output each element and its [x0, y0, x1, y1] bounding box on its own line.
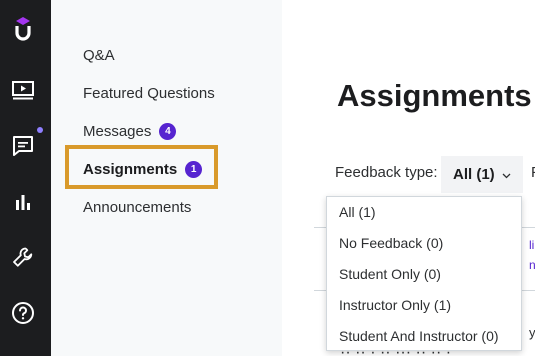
app-window: Q&A Featured Questions Messages 4 Assign…: [0, 0, 535, 356]
nav-item-qa[interactable]: Q&A: [83, 43, 115, 67]
bar-chart-icon[interactable]: [9, 188, 37, 216]
menu-option-student-and-instructor[interactable]: Student And Instructor (0): [339, 325, 499, 347]
left-rail: [0, 0, 51, 356]
help-icon[interactable]: [9, 299, 37, 327]
nav-item-label: Messages: [83, 122, 152, 140]
nav-item-announcements[interactable]: Announcements: [83, 195, 191, 219]
chevron-down-icon: [502, 166, 511, 183]
page-title: Assignments: [337, 78, 532, 113]
feedback-type-dropdown-button[interactable]: All (1): [441, 156, 523, 193]
nav-item-label: Announcements: [83, 198, 192, 216]
chat-icon[interactable]: [9, 132, 37, 160]
nav-item-label: Q&A: [83, 46, 115, 64]
feedback-type-label: Feedback type:: [335, 164, 438, 181]
nav-item-featured-questions[interactable]: Featured Questions: [83, 81, 215, 105]
messages-count-badge: 4: [159, 122, 177, 140]
video-icon[interactable]: [9, 76, 37, 104]
udemy-logo-icon[interactable]: [9, 15, 37, 43]
feedback-type-menu: All (1) No Feedback (0) Student Only (0)…: [326, 196, 522, 351]
nav-item-label: Featured Questions: [83, 84, 215, 102]
row-text-clipped: y: [529, 325, 535, 340]
notification-dot: [37, 127, 43, 133]
menu-option-all[interactable]: All (1): [339, 201, 376, 223]
highlight-annotation-box: [65, 145, 218, 189]
assignment-link-clipped[interactable]: n: [529, 258, 535, 272]
feedback-type-value: All (1): [453, 166, 495, 183]
menu-option-instructor-only[interactable]: Instructor Only (1): [339, 294, 451, 316]
wrench-icon[interactable]: [9, 243, 37, 271]
menu-option-no-feedback[interactable]: No Feedback (0): [339, 232, 443, 254]
nav-item-messages[interactable]: Messages 4: [83, 119, 177, 143]
menu-option-student-only[interactable]: Student Only (0): [339, 263, 441, 285]
next-filter-label: F: [531, 164, 535, 181]
assignment-link-clipped[interactable]: li: [529, 238, 534, 252]
